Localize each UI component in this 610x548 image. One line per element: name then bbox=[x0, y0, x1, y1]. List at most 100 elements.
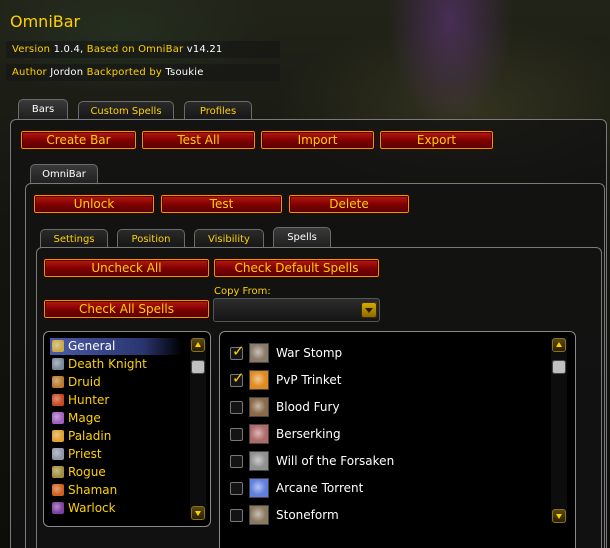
arcane-torrent-icon bbox=[249, 478, 269, 498]
spell-checkbox[interactable] bbox=[230, 482, 243, 495]
class-label: General bbox=[68, 339, 116, 353]
stoneform-icon bbox=[249, 505, 269, 525]
spell-label: Stoneform bbox=[276, 508, 339, 522]
version-label: Version bbox=[12, 44, 51, 55]
tab-bars[interactable]: Bars bbox=[18, 99, 68, 120]
class-list-scrollbar[interactable] bbox=[190, 338, 206, 520]
delete-button[interactable]: Delete bbox=[288, 194, 410, 214]
will-of-the-forsaken-icon bbox=[249, 451, 269, 471]
export-button[interactable]: Export bbox=[379, 130, 494, 150]
spell-row[interactable]: Will of the Forsaken bbox=[230, 450, 550, 474]
class-label: Hunter bbox=[68, 393, 110, 407]
war-stomp-icon bbox=[249, 343, 269, 363]
import-button[interactable]: Import bbox=[260, 130, 375, 150]
class-item[interactable]: Death Knight bbox=[50, 356, 182, 373]
class-label: Rogue bbox=[68, 465, 106, 479]
general-icon bbox=[52, 340, 64, 352]
spell-label: Berserking bbox=[276, 427, 341, 441]
based-on-label: Based on OmniBar bbox=[86, 44, 184, 55]
class-item[interactable]: Hunter bbox=[50, 392, 182, 409]
druid-icon bbox=[52, 376, 64, 388]
death-knight-icon bbox=[52, 358, 64, 370]
spell-checkbox[interactable]: ✓ bbox=[230, 342, 245, 360]
class-list: General Death Knight Druid Hunter Mage Paladi… bbox=[43, 331, 211, 527]
class-label: Death Knight bbox=[68, 357, 147, 371]
class-item[interactable]: Priest bbox=[50, 446, 182, 463]
mage-icon bbox=[52, 412, 64, 424]
author-label: Author bbox=[12, 67, 47, 78]
tab-custom-spells[interactable]: Custom Spells bbox=[78, 101, 174, 120]
spell-checkbox[interactable]: ✓ bbox=[230, 369, 245, 387]
spell-checkbox[interactable] bbox=[230, 509, 243, 522]
spell-list: ✓ War Stomp ✓ PvP Trinket Blood Fury Berserki… bbox=[219, 331, 576, 548]
check-all-spells-button[interactable]: Check All Spells bbox=[43, 299, 210, 319]
spell-row[interactable]: Berserking bbox=[230, 423, 550, 447]
based-on-version: v14.21 bbox=[186, 44, 223, 55]
tab-profiles[interactable]: Profiles bbox=[184, 101, 252, 120]
tab-omnibar[interactable]: OmniBar bbox=[30, 164, 98, 185]
shaman-icon bbox=[52, 484, 64, 496]
class-label: Paladin bbox=[68, 429, 112, 443]
spell-label: Arcane Torrent bbox=[276, 481, 364, 495]
unlock-button[interactable]: Unlock bbox=[33, 194, 155, 214]
backporter-value: Tsoukie bbox=[165, 67, 204, 78]
class-label: Druid bbox=[68, 375, 101, 389]
class-item[interactable]: Rogue bbox=[50, 464, 182, 481]
tab-settings[interactable]: Settings bbox=[40, 229, 108, 248]
scroll-up-icon[interactable] bbox=[552, 338, 566, 352]
berserking-icon bbox=[249, 424, 269, 444]
blood-fury-icon bbox=[249, 397, 269, 417]
spell-row[interactable]: Blood Fury bbox=[230, 396, 550, 420]
copy-from-label: Copy From: bbox=[214, 286, 271, 297]
class-item[interactable]: Shaman bbox=[50, 482, 182, 499]
class-label: Warlock bbox=[68, 501, 116, 515]
rogue-icon bbox=[52, 466, 64, 478]
class-item[interactable]: General bbox=[50, 338, 182, 355]
spell-checkbox[interactable] bbox=[230, 401, 243, 414]
spell-row[interactable]: Arcane Torrent bbox=[230, 477, 550, 501]
pvp-trinket-icon bbox=[249, 370, 269, 390]
author-value: Jordon bbox=[50, 67, 84, 78]
spell-checkbox[interactable] bbox=[230, 455, 243, 468]
copy-from-dropdown[interactable] bbox=[213, 298, 380, 322]
class-label: Priest bbox=[68, 447, 102, 461]
scroll-thumb[interactable] bbox=[191, 360, 205, 374]
warlock-icon bbox=[52, 502, 64, 514]
spell-label: PvP Trinket bbox=[276, 373, 342, 387]
version-value: 1.0.4, bbox=[53, 44, 84, 55]
checkmark-icon: ✓ bbox=[232, 369, 245, 387]
class-item[interactable]: Mage bbox=[50, 410, 182, 427]
backported-label: Backported by bbox=[86, 67, 162, 78]
tab-visibility[interactable]: Visibility bbox=[194, 229, 264, 248]
class-item[interactable]: Warlock bbox=[50, 500, 182, 517]
spell-list-scrollbar[interactable] bbox=[551, 338, 567, 523]
scroll-down-icon[interactable] bbox=[191, 506, 205, 520]
checkmark-icon: ✓ bbox=[232, 342, 245, 360]
spell-row[interactable]: Stoneform bbox=[230, 504, 550, 528]
spell-label: War Stomp bbox=[276, 346, 343, 360]
spell-checkbox[interactable] bbox=[230, 428, 243, 441]
class-item[interactable]: Paladin bbox=[50, 428, 182, 445]
tab-position[interactable]: Position bbox=[117, 229, 185, 248]
uncheck-all-button[interactable]: Uncheck All bbox=[43, 258, 210, 278]
class-label: Mage bbox=[68, 411, 101, 425]
scroll-down-icon[interactable] bbox=[552, 509, 566, 523]
class-item[interactable]: Druid bbox=[50, 374, 182, 391]
scroll-up-icon[interactable] bbox=[191, 338, 205, 352]
class-label: Shaman bbox=[68, 483, 118, 497]
priest-icon bbox=[52, 448, 64, 460]
create-bar-button[interactable]: Create Bar bbox=[20, 130, 137, 150]
scroll-thumb[interactable] bbox=[552, 360, 566, 374]
chevron-down-icon[interactable] bbox=[361, 302, 377, 318]
spell-row[interactable]: ✓ War Stomp bbox=[230, 342, 550, 366]
tab-spells[interactable]: Spells bbox=[273, 227, 331, 248]
spell-row[interactable]: ✓ PvP Trinket bbox=[230, 369, 550, 393]
test-all-button[interactable]: Test All bbox=[141, 130, 256, 150]
addon-title: OmniBar bbox=[10, 12, 81, 31]
author-line: Author Jordon Backported by Tsoukie bbox=[12, 67, 204, 78]
hunter-icon bbox=[52, 394, 64, 406]
test-button[interactable]: Test bbox=[160, 194, 283, 214]
spell-label: Will of the Forsaken bbox=[276, 454, 395, 468]
check-default-spells-button[interactable]: Check Default Spells bbox=[213, 258, 380, 278]
version-line: Version 1.0.4, Based on OmniBar v14.21 bbox=[12, 44, 222, 55]
